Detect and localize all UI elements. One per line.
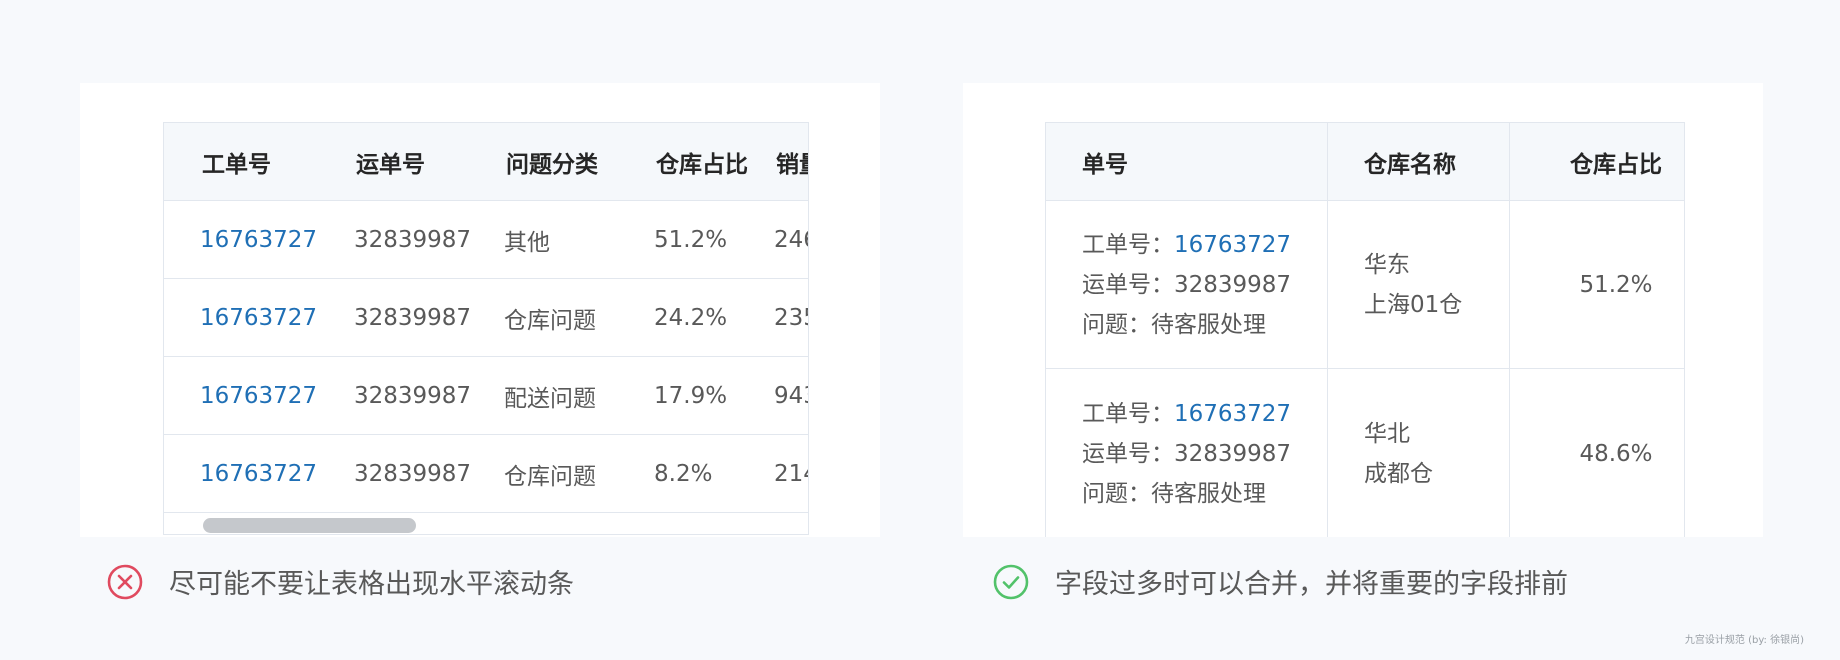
order-label: 工单号： <box>1082 231 1174 258</box>
column-divider <box>1509 123 1510 537</box>
footer-credit: 九宫设计规范 (by: 徐银尚) <box>1684 635 1804 646</box>
ratio-cell: 51.2% <box>654 226 728 253</box>
waybill-line: 运单号：32839987 <box>1082 271 1292 298</box>
ratio-cell: 24.2% <box>654 304 728 331</box>
column-header-warehouse[interactable]: 仓库名称 <box>1364 123 1456 201</box>
table-row: 16763727 32839987 其他 51.2% 2460 <box>164 201 808 279</box>
check-circle-icon <box>993 564 1029 600</box>
category-cell: 配送问题 <box>504 385 596 412</box>
order-no-link[interactable]: 16763727 <box>1174 401 1291 427</box>
table-row: 16763727 32839987 仓库问题 8.2% 2140 <box>164 435 808 513</box>
warehouse-text: 上海01仓 <box>1364 291 1463 318</box>
issue-line: 问题：待客服处理 <box>1082 311 1266 338</box>
sales-cell: 2460 <box>774 226 808 253</box>
warehouse-cell: 华北 成都仓 <box>1364 369 1433 537</box>
waybill-no-cell: 32839987 <box>354 304 472 331</box>
ratio-cell: 48.6% <box>1546 369 1684 537</box>
order-no-link[interactable]: 16763727 <box>200 357 317 434</box>
warehouse-text: 成都仓 <box>1364 461 1433 487</box>
ratio-text: 51.2% <box>1579 271 1653 298</box>
issue-line: 问题：待客服处理 <box>1082 481 1266 507</box>
table-row: 16763727 32839987 配送问题 17.9% 9430 <box>164 357 808 435</box>
order-no-link[interactable]: 16763727 <box>200 201 317 278</box>
waybill-no-cell: 32839987 <box>354 460 472 487</box>
region-text: 华东 <box>1364 251 1410 278</box>
category-cell: 其他 <box>504 229 550 256</box>
category-cell: 仓库问题 <box>504 307 596 334</box>
sales-cell: 2140 <box>774 460 808 487</box>
order-info-cell: 工单号：16763727 运单号：32839987 问题：待客服处理 <box>1082 201 1291 368</box>
column-header-waybill-no[interactable]: 运单号 <box>356 123 425 200</box>
caption-text: 字段过多时可以合并，并将重要的字段排前 <box>1055 569 1568 600</box>
order-label: 工单号： <box>1082 401 1174 427</box>
order-no-link[interactable]: 16763727 <box>1174 232 1291 258</box>
region-text: 华北 <box>1364 421 1410 447</box>
ratio-text: 48.6% <box>1579 441 1653 467</box>
ratio-cell: 51.2% <box>1546 201 1684 368</box>
column-header-ratio[interactable]: 仓库占比 <box>1546 123 1684 201</box>
good-example-caption: 字段过多时可以合并，并将重要的字段排前 <box>993 562 1568 601</box>
wide-table: 工单号 运单号 问题分类 仓库占比 销量 16763727 32839987 其… <box>163 122 809 535</box>
column-header-order-no[interactable]: 工单号 <box>202 123 271 200</box>
waybill-line: 运单号：32839987 <box>1082 441 1292 467</box>
caption-text: 尽可能不要让表格出现水平滚动条 <box>169 569 574 600</box>
waybill-no-cell: 32839987 <box>354 226 472 253</box>
category-cell: 仓库问题 <box>504 463 596 490</box>
table-header: 单号 仓库名称 仓库占比 <box>1046 123 1684 201</box>
scrollbar-thumb[interactable] <box>203 518 416 533</box>
sales-cell: 2350 <box>774 304 808 331</box>
sales-cell: 9430 <box>774 382 808 409</box>
table-header: 工单号 运单号 问题分类 仓库占比 销量 <box>164 123 808 201</box>
table-row: 工单号：16763727 运单号：32839987 问题：待客服处理 华东 上海… <box>1046 201 1684 369</box>
bad-example-caption: 尽可能不要让表格出现水平滚动条 <box>107 562 574 601</box>
order-no-link[interactable]: 16763727 <box>200 435 317 512</box>
bad-example-panel: 工单号 运单号 问题分类 仓库占比 销量 16763727 32839987 其… <box>80 83 880 537</box>
column-header-category[interactable]: 问题分类 <box>506 123 598 200</box>
table-row: 工单号：16763727 运单号：32839987 问题：待客服处理 华北 成都… <box>1046 369 1684 537</box>
horizontal-scrollbar[interactable] <box>164 513 808 534</box>
column-divider <box>1327 123 1328 537</box>
column-header-order[interactable]: 单号 <box>1082 123 1128 201</box>
column-header-ratio[interactable]: 仓库占比 <box>656 123 748 200</box>
good-example-panel: 单号 仓库名称 仓库占比 工单号：16763727 运单号：32839987 问… <box>963 83 1763 537</box>
warehouse-cell: 华东 上海01仓 <box>1364 201 1462 368</box>
order-info-cell: 工单号：16763727 运单号：32839987 问题：待客服处理 <box>1082 369 1291 537</box>
column-header-sales[interactable]: 销量 <box>776 123 808 200</box>
ratio-cell: 8.2% <box>654 460 713 487</box>
order-no-link[interactable]: 16763727 <box>200 279 317 356</box>
ratio-cell: 17.9% <box>654 382 728 409</box>
waybill-no-cell: 32839987 <box>354 382 472 409</box>
close-circle-icon <box>107 564 143 600</box>
merged-table: 单号 仓库名称 仓库占比 工单号：16763727 运单号：32839987 问… <box>1045 122 1685 537</box>
table-row: 16763727 32839987 仓库问题 24.2% 2350 <box>164 279 808 357</box>
